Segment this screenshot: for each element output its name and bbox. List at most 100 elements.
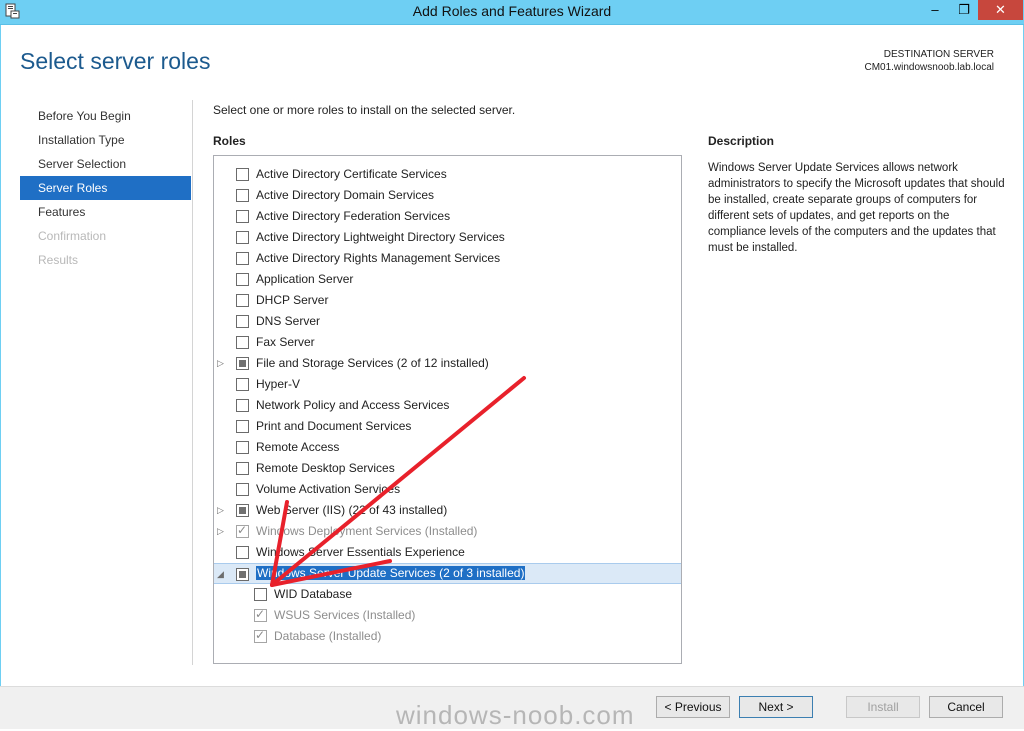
nav-item-confirmation: Confirmation	[38, 229, 107, 243]
role-checkbox[interactable]	[236, 462, 249, 475]
role-subitem[interactable]: Database (Installed)	[214, 626, 681, 647]
role-checkbox[interactable]	[236, 357, 249, 370]
role-item[interactable]: Remote Desktop Services	[214, 458, 681, 479]
role-checkbox[interactable]	[236, 231, 249, 244]
title-bar: Add Roles and Features Wizard – ❐ ✕	[0, 0, 1024, 25]
role-item[interactable]: Active Directory Lightweight Directory S…	[214, 227, 681, 248]
wizard-steps-nav: Before You Begin Installation Type Server …	[20, 104, 191, 272]
role-label: WSUS Services (Installed)	[274, 608, 416, 622]
role-label: Application Server	[256, 272, 354, 286]
role-item[interactable]: Active Directory Domain Services	[214, 185, 681, 206]
nav-item-installation-type[interactable]: Installation Type	[20, 128, 191, 152]
role-checkbox[interactable]	[236, 504, 249, 517]
collapse-arrow-icon[interactable]: ◢	[217, 569, 227, 579]
window-title: Add Roles and Features Wizard	[412, 3, 612, 19]
role-item[interactable]: Application Server	[214, 269, 681, 290]
role-item[interactable]: ▷ Web Server (IIS) (22 of 43 installed)	[214, 500, 681, 521]
role-label: Windows Server Essentials Experience	[256, 545, 465, 559]
role-item[interactable]: Remote Access	[214, 437, 681, 458]
role-label: Active Directory Certificate Services	[256, 167, 447, 181]
role-checkbox[interactable]	[236, 483, 249, 496]
next-button[interactable]: Next >	[739, 696, 813, 718]
role-checkbox[interactable]	[236, 252, 249, 265]
destination-server-value: CM01.windowsnoob.lab.local	[864, 62, 994, 73]
install-button[interactable]: Install	[846, 696, 920, 718]
expand-arrow-icon[interactable]: ▷	[217, 526, 227, 536]
role-label: DNS Server	[256, 314, 321, 328]
nav-item-server-roles[interactable]: Server Roles	[20, 176, 191, 200]
role-checkbox[interactable]	[236, 273, 249, 286]
expand-arrow-icon[interactable]: ▷	[217, 358, 227, 368]
role-item[interactable]: Print and Document Services	[214, 416, 681, 437]
role-label: Active Directory Domain Services	[256, 188, 435, 202]
role-label: Volume Activation Services	[256, 482, 401, 496]
role-checkbox[interactable]	[236, 294, 249, 307]
roles-heading: Roles	[213, 134, 246, 148]
minimize-button[interactable]: –	[920, 0, 950, 20]
role-checkbox[interactable]	[236, 441, 249, 454]
role-checkbox[interactable]	[236, 568, 249, 581]
role-label: Windows Deployment Services (Installed)	[256, 524, 478, 538]
previous-button[interactable]: < Previous	[656, 696, 730, 718]
role-item[interactable]: ▷ Windows Deployment Services (Installed)	[214, 521, 681, 542]
role-label: Active Directory Federation Services	[256, 209, 451, 223]
nav-divider	[192, 100, 193, 665]
role-checkbox[interactable]	[236, 315, 249, 328]
role-item[interactable]: DHCP Server	[214, 290, 681, 311]
maximize-button[interactable]: ❐	[950, 0, 978, 20]
role-checkbox[interactable]	[236, 210, 249, 223]
nav-item-results: Results	[38, 253, 79, 267]
role-checkbox[interactable]	[236, 336, 249, 349]
role-label: Remote Access	[256, 440, 340, 454]
close-button[interactable]: ✕	[978, 0, 1023, 20]
role-item[interactable]: Fax Server	[214, 332, 681, 353]
role-checkbox[interactable]	[236, 189, 249, 202]
role-item[interactable]: Active Directory Rights Management Servi…	[214, 248, 681, 269]
role-label: Active Directory Lightweight Directory S…	[256, 230, 505, 244]
role-label: Windows Server Update Services (2 of 3 i…	[256, 566, 526, 580]
role-checkbox	[254, 628, 267, 643]
role-checkbox[interactable]	[236, 420, 249, 433]
role-label: Database (Installed)	[274, 629, 382, 643]
role-label: Hyper-V	[256, 377, 301, 391]
destination-server-label: DESTINATION SERVER	[883, 49, 994, 60]
nav-item-features[interactable]: Features	[20, 200, 191, 224]
role-item[interactable]: Windows Server Essentials Experience	[214, 542, 681, 563]
role-item[interactable]: ◢ Windows Server Update Services (2 of 3 …	[214, 563, 681, 584]
role-label: File and Storage Services (2 of 12 insta…	[256, 356, 489, 370]
role-label: DHCP Server	[256, 293, 329, 307]
role-checkbox[interactable]	[236, 399, 249, 412]
description-text: Windows Server Update Services allows ne…	[708, 162, 1005, 254]
role-item[interactable]: ▷ File and Storage Services (2 of 12 inst…	[214, 353, 681, 374]
watermark: windows-noob.com	[396, 700, 635, 730]
cancel-button[interactable]: Cancel	[929, 696, 1003, 718]
role-item[interactable]: Active Directory Federation Services	[214, 206, 681, 227]
role-item[interactable]: Hyper-V	[214, 374, 681, 395]
role-checkbox[interactable]	[236, 546, 249, 559]
role-label: Active Directory Rights Management Servi…	[256, 251, 501, 265]
role-label: Web Server (IIS) (22 of 43 installed)	[256, 503, 448, 517]
description-heading: Description	[708, 134, 775, 148]
role-label: Remote Desktop Services	[256, 461, 395, 475]
role-item[interactable]: Active Directory Certificate Services	[214, 164, 681, 185]
nav-item-before-you-begin[interactable]: Before You Begin	[20, 104, 191, 128]
role-item[interactable]: Volume Activation Services	[214, 479, 681, 500]
role-checkbox	[254, 607, 267, 622]
roles-tree-list[interactable]: Active Directory Certificate Services Act…	[213, 155, 682, 664]
role-label: Print and Document Services	[256, 419, 412, 433]
role-subitem[interactable]: WID Database	[214, 584, 681, 605]
role-checkbox[interactable]	[236, 378, 249, 391]
role-checkbox[interactable]	[254, 588, 267, 601]
role-label: Network Policy and Access Services	[256, 398, 450, 412]
role-item[interactable]: DNS Server	[214, 311, 681, 332]
role-label: Fax Server	[256, 335, 315, 349]
page-title: Select server roles	[20, 48, 211, 74]
role-label: WID Database	[274, 587, 353, 601]
role-subitem[interactable]: WSUS Services (Installed)	[214, 605, 681, 626]
nav-item-server-selection[interactable]: Server Selection	[20, 152, 191, 176]
role-checkbox	[236, 523, 249, 538]
role-checkbox[interactable]	[236, 168, 249, 181]
role-item[interactable]: Network Policy and Access Services	[214, 395, 681, 416]
instruction-text: Select one or more roles to install on t…	[213, 103, 516, 117]
expand-arrow-icon[interactable]: ▷	[217, 505, 227, 515]
